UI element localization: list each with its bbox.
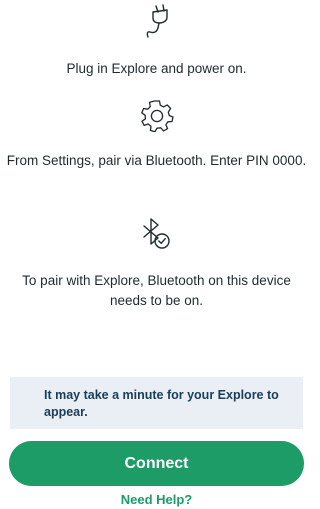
gear-icon	[140, 98, 174, 137]
notice-banner: It may take a minute for your Explore to…	[10, 377, 303, 429]
plug-icon	[144, 4, 170, 45]
connect-button[interactable]: Connect	[9, 441, 304, 486]
step-bluetooth: To pair with Explore, Bluetooth on this …	[0, 216, 313, 311]
step-settings: From Settings, pair via Bluetooth. Enter…	[0, 98, 313, 171]
step-text: Plug in Explore and power on.	[66, 61, 247, 76]
notice-text: It may take a minute for your Explore to…	[44, 388, 279, 419]
need-help-link[interactable]: Need Help?	[0, 492, 313, 507]
step-text: To pair with Explore, Bluetooth on this …	[22, 273, 291, 308]
step-plug-in: Plug in Explore and power on.	[0, 4, 313, 79]
bluetooth-check-icon	[140, 216, 174, 257]
step-text: From Settings, pair via Bluetooth. Enter…	[6, 153, 307, 168]
